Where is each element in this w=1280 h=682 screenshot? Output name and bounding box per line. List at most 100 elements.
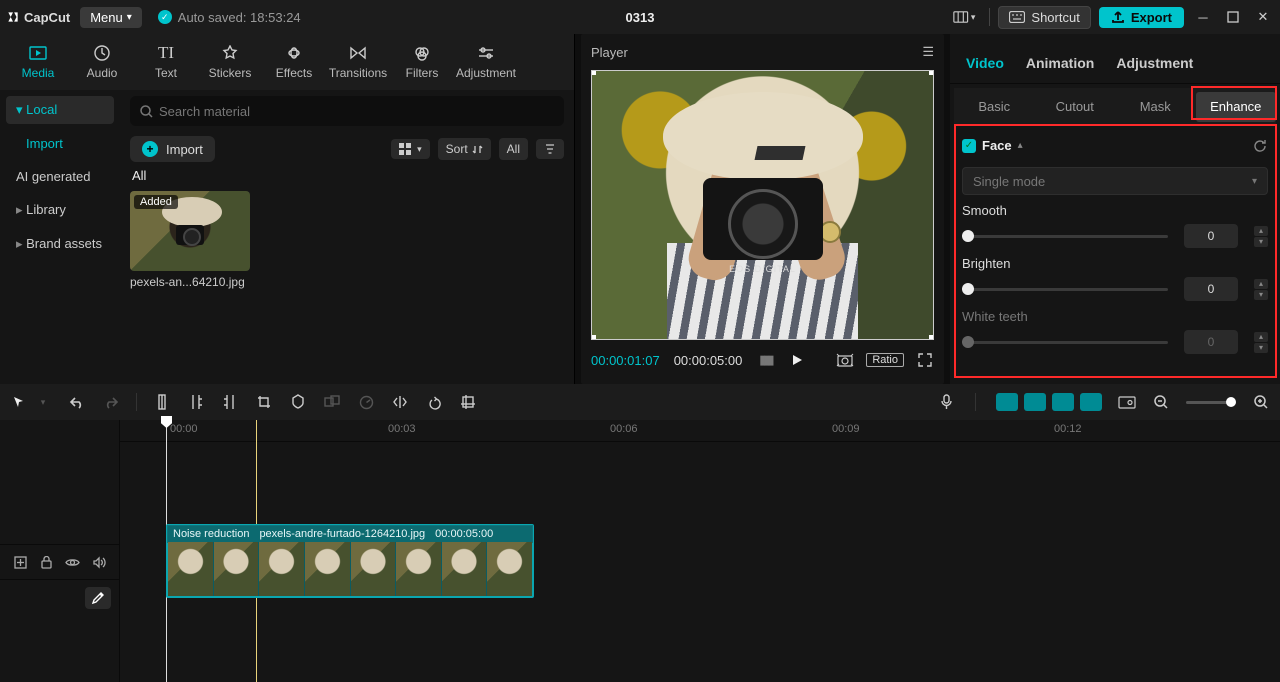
sidebar-item-library[interactable]: ▸ Library: [6, 196, 114, 224]
player-menu-icon[interactable]: ☰: [922, 44, 934, 60]
track-edit-icon[interactable]: [85, 587, 111, 609]
spinner-down-icon[interactable]: ▾: [1254, 290, 1268, 300]
tab-text[interactable]: TI Text: [134, 44, 198, 80]
filter-all-button[interactable]: All: [499, 138, 528, 160]
subtab-basic[interactable]: Basic: [954, 92, 1035, 122]
track-lock-icon[interactable]: [39, 556, 55, 569]
ratio-button[interactable]: Ratio: [866, 353, 904, 367]
search-input[interactable]: Search material: [130, 96, 564, 126]
snap-3[interactable]: [1052, 393, 1074, 411]
reset-icon[interactable]: [1253, 138, 1268, 153]
media-thumb[interactable]: Added pexels-an...64210.jpg: [130, 191, 250, 289]
tab-filters[interactable]: Filters: [390, 44, 454, 80]
snapshot-icon[interactable]: [836, 351, 854, 369]
mode-select[interactable]: Single mode ▾: [962, 167, 1268, 195]
window-maximize-button[interactable]: [1222, 6, 1244, 28]
preview-canvas[interactable]: EOS DIGITAL: [591, 70, 934, 340]
spinner-up-icon[interactable]: ▴: [1254, 226, 1268, 236]
subtab-enhance[interactable]: Enhance: [1196, 92, 1277, 122]
split-icon[interactable]: [153, 393, 171, 411]
tab-stickers[interactable]: Stickers: [198, 44, 262, 80]
face-section-header[interactable]: ✓ Face ▴: [962, 138, 1268, 153]
zoom-slider[interactable]: [1186, 401, 1236, 404]
track-visibility-icon[interactable]: [65, 557, 81, 568]
menu-label: Menu: [90, 10, 123, 25]
sidebar-item-import[interactable]: Import: [6, 130, 114, 157]
sidebar-item-ai[interactable]: AI generated: [6, 163, 114, 190]
redo-icon[interactable]: [102, 393, 120, 411]
import-button[interactable]: + Import: [130, 136, 215, 162]
snap-4[interactable]: [1080, 393, 1102, 411]
export-button[interactable]: Export: [1099, 7, 1184, 28]
sort-button[interactable]: Sort: [438, 138, 491, 160]
slider-value[interactable]: 0: [1184, 224, 1238, 248]
track-add-icon[interactable]: [13, 556, 29, 569]
menu-button[interactable]: Menu ▾: [80, 7, 142, 28]
tab-media[interactable]: Media: [6, 44, 70, 80]
track-mute-icon[interactable]: [91, 556, 107, 569]
slider-thumb[interactable]: [962, 230, 974, 242]
layout-icon[interactable]: ▾: [953, 6, 975, 28]
crop2-icon[interactable]: [459, 393, 477, 411]
trim-right-icon[interactable]: [221, 393, 239, 411]
select-dropdown-icon[interactable]: ▾: [34, 393, 52, 411]
resize-handle[interactable]: [929, 335, 934, 340]
subtab-mask[interactable]: Mask: [1115, 92, 1196, 122]
select-tool-icon[interactable]: [10, 393, 28, 411]
group-icon[interactable]: [323, 393, 341, 411]
zoom-in-icon[interactable]: [1252, 393, 1270, 411]
compare-icon[interactable]: ▮▮▮: [756, 351, 774, 369]
project-title[interactable]: 0313: [626, 10, 655, 25]
snap-2[interactable]: [1024, 393, 1046, 411]
sidebar-item-brand[interactable]: ▸ Brand assets: [6, 230, 114, 258]
tab-video[interactable]: Video: [966, 55, 1004, 77]
window-minimize-button[interactable]: ─: [1192, 6, 1214, 28]
resize-handle[interactable]: [591, 70, 596, 75]
resize-handle[interactable]: [591, 335, 596, 340]
mirror-icon[interactable]: [391, 393, 409, 411]
slider-thumb[interactable]: [962, 283, 974, 295]
timeline-tracks[interactable]: 00:00 00:03 00:06 00:09 00:12 Noise redu…: [120, 420, 1280, 682]
sidebar-item-local[interactable]: ▾ Local: [6, 96, 114, 124]
tab-audio[interactable]: Audio: [70, 44, 134, 80]
speed-icon[interactable]: [357, 393, 375, 411]
timeline-ruler[interactable]: 00:00 00:03 00:06 00:09 00:12: [120, 420, 1280, 442]
tab-adjustment[interactable]: Adjustment: [1116, 55, 1193, 77]
window-close-button[interactable]: ✕: [1252, 6, 1274, 28]
tab-animation[interactable]: Animation: [1026, 55, 1094, 77]
spinner-up-icon[interactable]: ▴: [1254, 279, 1268, 289]
checkbox-icon[interactable]: ✓: [962, 139, 976, 153]
crop-icon[interactable]: [255, 393, 273, 411]
collapse-icon[interactable]: ▴: [1018, 140, 1023, 151]
play-button[interactable]: [788, 351, 806, 369]
filter-settings-button[interactable]: [536, 139, 564, 159]
view-grid-button[interactable]: ▾: [391, 139, 430, 159]
zoom-out-icon[interactable]: [1152, 393, 1170, 411]
tab-adjustment[interactable]: Adjustment: [454, 44, 518, 80]
snap-buttons: [996, 393, 1102, 411]
subtab-cutout[interactable]: Cutout: [1035, 92, 1116, 122]
spinner[interactable]: ▴▾: [1254, 279, 1268, 300]
trim-left-icon[interactable]: [187, 393, 205, 411]
mic-icon[interactable]: [937, 393, 955, 411]
timeline-clip[interactable]: Noise reduction pexels-andre-furtado-126…: [166, 524, 534, 598]
face-label: Face: [982, 138, 1012, 153]
undo-icon[interactable]: [68, 393, 86, 411]
resize-handle[interactable]: [929, 70, 934, 75]
zoom-thumb[interactable]: [1226, 397, 1236, 407]
spinner[interactable]: ▴▾: [1254, 226, 1268, 247]
tab-effects[interactable]: Effects: [262, 44, 326, 80]
slider-track[interactable]: [962, 288, 1168, 291]
tab-transitions[interactable]: Transitions: [326, 44, 390, 80]
rotate-icon[interactable]: [425, 393, 443, 411]
spinner-down-icon[interactable]: ▾: [1254, 237, 1268, 247]
slider-track[interactable]: [962, 235, 1168, 238]
shortcut-button[interactable]: Shortcut: [998, 6, 1090, 29]
media-thumb-name: pexels-an...64210.jpg: [130, 275, 250, 289]
fullscreen-icon[interactable]: [916, 351, 934, 369]
slider-value[interactable]: 0: [1184, 277, 1238, 301]
mask-icon[interactable]: [289, 393, 307, 411]
preview-quality-icon[interactable]: [1118, 393, 1136, 411]
snap-1[interactable]: [996, 393, 1018, 411]
app-logo: CapCut: [6, 10, 70, 25]
